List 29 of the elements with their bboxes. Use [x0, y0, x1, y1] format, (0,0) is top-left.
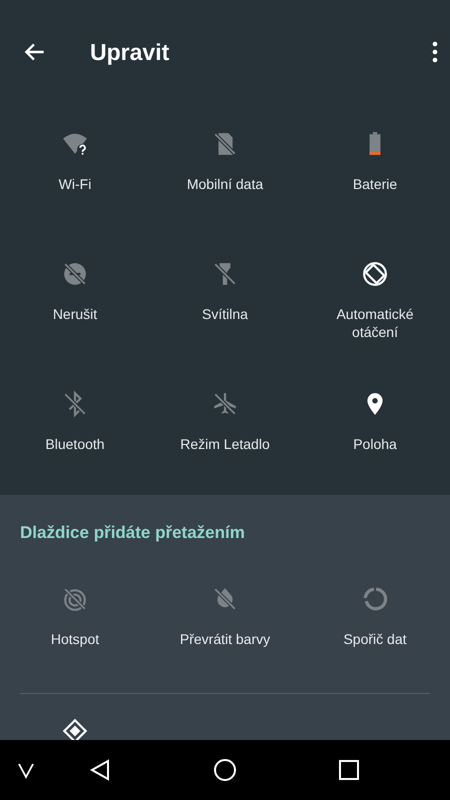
data-saver-icon: [362, 586, 388, 612]
wifi-question-icon: [62, 131, 88, 157]
tile-label: Automatické otáčení: [335, 305, 415, 341]
tile-label: Wi-Fi: [58, 175, 92, 193]
invert-colors-off-icon: [212, 586, 238, 612]
tile-label: Mobilní data: [186, 175, 264, 193]
bluetooth-off-icon: [62, 391, 88, 417]
recents-icon[interactable]: [338, 759, 360, 781]
tile-label: Poloha: [352, 435, 398, 453]
tile-label: Spořič dat: [342, 630, 408, 648]
section-heading: Dlaždice přidáte přetažením: [19, 522, 246, 544]
tile-label: Svítilna: [201, 305, 249, 323]
home-icon[interactable]: [213, 758, 237, 782]
hotspot-off-icon: [62, 586, 88, 612]
tile-label: Bluetooth: [44, 435, 106, 453]
rotate-icon: [362, 261, 388, 287]
airplane-off-icon: [212, 391, 238, 417]
overflow-menu-icon[interactable]: [432, 41, 438, 63]
sim-off-icon: [212, 131, 238, 157]
screen-title: Upravit: [90, 38, 170, 66]
back-icon[interactable]: [88, 758, 112, 782]
tile-label: Nerušit: [52, 305, 98, 323]
diamond-icon: [62, 718, 88, 740]
tile-label: Režim Letadlo: [179, 435, 271, 453]
tile-label: Převrátit barvy: [178, 630, 272, 648]
do-not-disturb-off-icon: [62, 261, 88, 287]
tile-label: Hotspot: [50, 630, 100, 648]
tile-label: Baterie: [352, 175, 398, 193]
flashlight-off-icon: [212, 261, 238, 287]
